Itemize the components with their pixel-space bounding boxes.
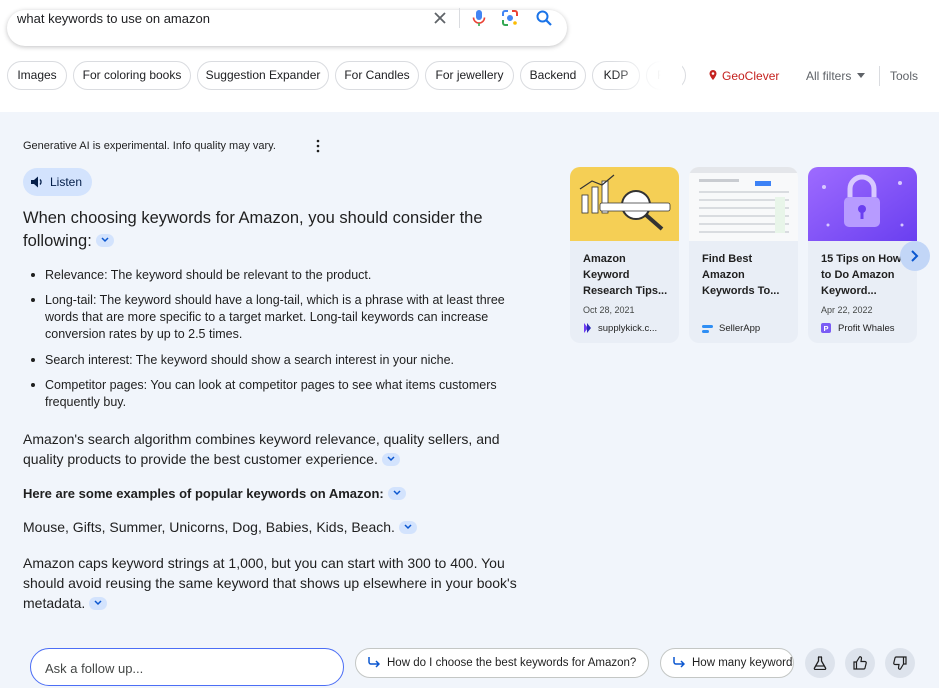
sellerapp-logo-icon (702, 325, 713, 333)
supplykick-logo-icon (584, 323, 591, 333)
expand-chevron-icon[interactable] (89, 596, 108, 610)
card-source: SellerApp (719, 323, 761, 334)
list-item: Relevance: The keyword should be relevan… (45, 268, 372, 282)
reply-arrow-icon (673, 657, 685, 668)
lens-icon[interactable] (500, 8, 520, 28)
more-options-icon[interactable] (313, 138, 323, 154)
tools-button[interactable]: Tools (890, 69, 918, 83)
expand-chevron-icon[interactable] (387, 487, 406, 501)
chip-backend[interactable]: Backend (520, 61, 586, 90)
reply-arrow-icon (368, 657, 380, 668)
card-title[interactable]: Find Best Amazon Keywords To... (702, 251, 790, 299)
all-filters-button[interactable]: All filters (806, 69, 851, 83)
card-thumbnail (570, 167, 679, 241)
chip-coloring-books[interactable]: For coloring books (73, 61, 191, 90)
expand-chevron-icon[interactable] (398, 520, 417, 534)
examples-list: Mouse, Gifts, Summer, Unicorns, Dog, Bab… (23, 517, 543, 537)
chip-candles[interactable]: For Candles (335, 61, 419, 90)
chip-fade (612, 58, 682, 92)
bullet-dot (31, 383, 35, 387)
card-thumbnail (808, 167, 917, 241)
microphone-icon[interactable] (469, 8, 489, 28)
ai-disclaimer: Generative AI is experimental. Info qual… (23, 140, 276, 152)
labs-button[interactable] (805, 648, 835, 678)
examples-heading: Here are some examples of popular keywor… (23, 484, 543, 504)
chip-suggestion-expander[interactable]: Suggestion Expander (197, 61, 329, 90)
card-thumbnail (689, 167, 798, 241)
bullet-dot (31, 273, 35, 277)
card-date: Oct 28, 2021 (583, 305, 635, 315)
chevron-right-icon (911, 250, 919, 262)
svg-text:P: P (824, 324, 829, 333)
follow-up-input[interactable] (43, 657, 337, 679)
suggestion-chip[interactable]: How many keywords (660, 648, 794, 678)
flask-icon (813, 656, 827, 670)
list-item: Long-tail: The keyword should have a lon… (45, 293, 505, 341)
thumbs-up-icon (853, 656, 867, 670)
caret-down-icon[interactable] (857, 73, 865, 78)
suggestion-chip[interactable]: How do I choose the best keywords for Am… (355, 648, 649, 678)
thumbs-up-button[interactable] (845, 648, 875, 678)
clear-icon[interactable] (430, 8, 450, 28)
follow-up-field[interactable] (30, 648, 344, 686)
search-divider (459, 8, 460, 28)
bullet-dot (31, 358, 35, 362)
suggestion-text: How do I choose the best keywords for Am… (387, 657, 637, 669)
card-date: Apr 22, 2022 (821, 305, 873, 315)
suggestion-text: How many keywords (692, 657, 794, 669)
expand-chevron-icon[interactable] (95, 234, 114, 248)
cards-next-button[interactable] (900, 241, 930, 271)
source-card[interactable]: Find Best Amazon Keywords To... SellerAp… (689, 167, 798, 343)
chip-images[interactable]: Images (7, 61, 67, 90)
source-card[interactable]: Amazon Keyword Research Tips... Oct 28, … (570, 167, 679, 343)
ai-paragraph: Amazon's search algorithm combines keywo… (23, 431, 500, 467)
chip-jewellery[interactable]: For jewellery (425, 61, 514, 90)
card-source: Profit Whales (838, 323, 895, 334)
thumbs-down-button[interactable] (885, 648, 915, 678)
bullet-dot (31, 298, 35, 302)
location-pin-icon (709, 70, 717, 80)
card-title[interactable]: 15 Tips on How to Do Amazon Keyword... (821, 251, 905, 299)
card-title[interactable]: Amazon Keyword Research Tips... (583, 251, 671, 299)
search-query[interactable]: what keywords to use on amazon (17, 11, 210, 26)
list-item: Competitor pages: You can look at compet… (45, 378, 497, 409)
thumbs-down-icon (893, 656, 907, 670)
speaker-icon (31, 176, 42, 188)
tools-divider (879, 66, 880, 86)
list-item: Search interest: The keyword should show… (45, 353, 455, 367)
search-icon[interactable] (534, 8, 554, 28)
profit-whales-logo-icon: P (821, 323, 831, 333)
ai-heading: When choosing keywords for Amazon, you s… (23, 209, 483, 250)
location-label[interactable]: GeoClever (722, 69, 779, 83)
ai-paragraph: Amazon caps keyword strings at 1,000, bu… (23, 555, 517, 611)
expand-chevron-icon[interactable] (381, 452, 400, 466)
card-source: supplykick.c... (598, 323, 658, 334)
